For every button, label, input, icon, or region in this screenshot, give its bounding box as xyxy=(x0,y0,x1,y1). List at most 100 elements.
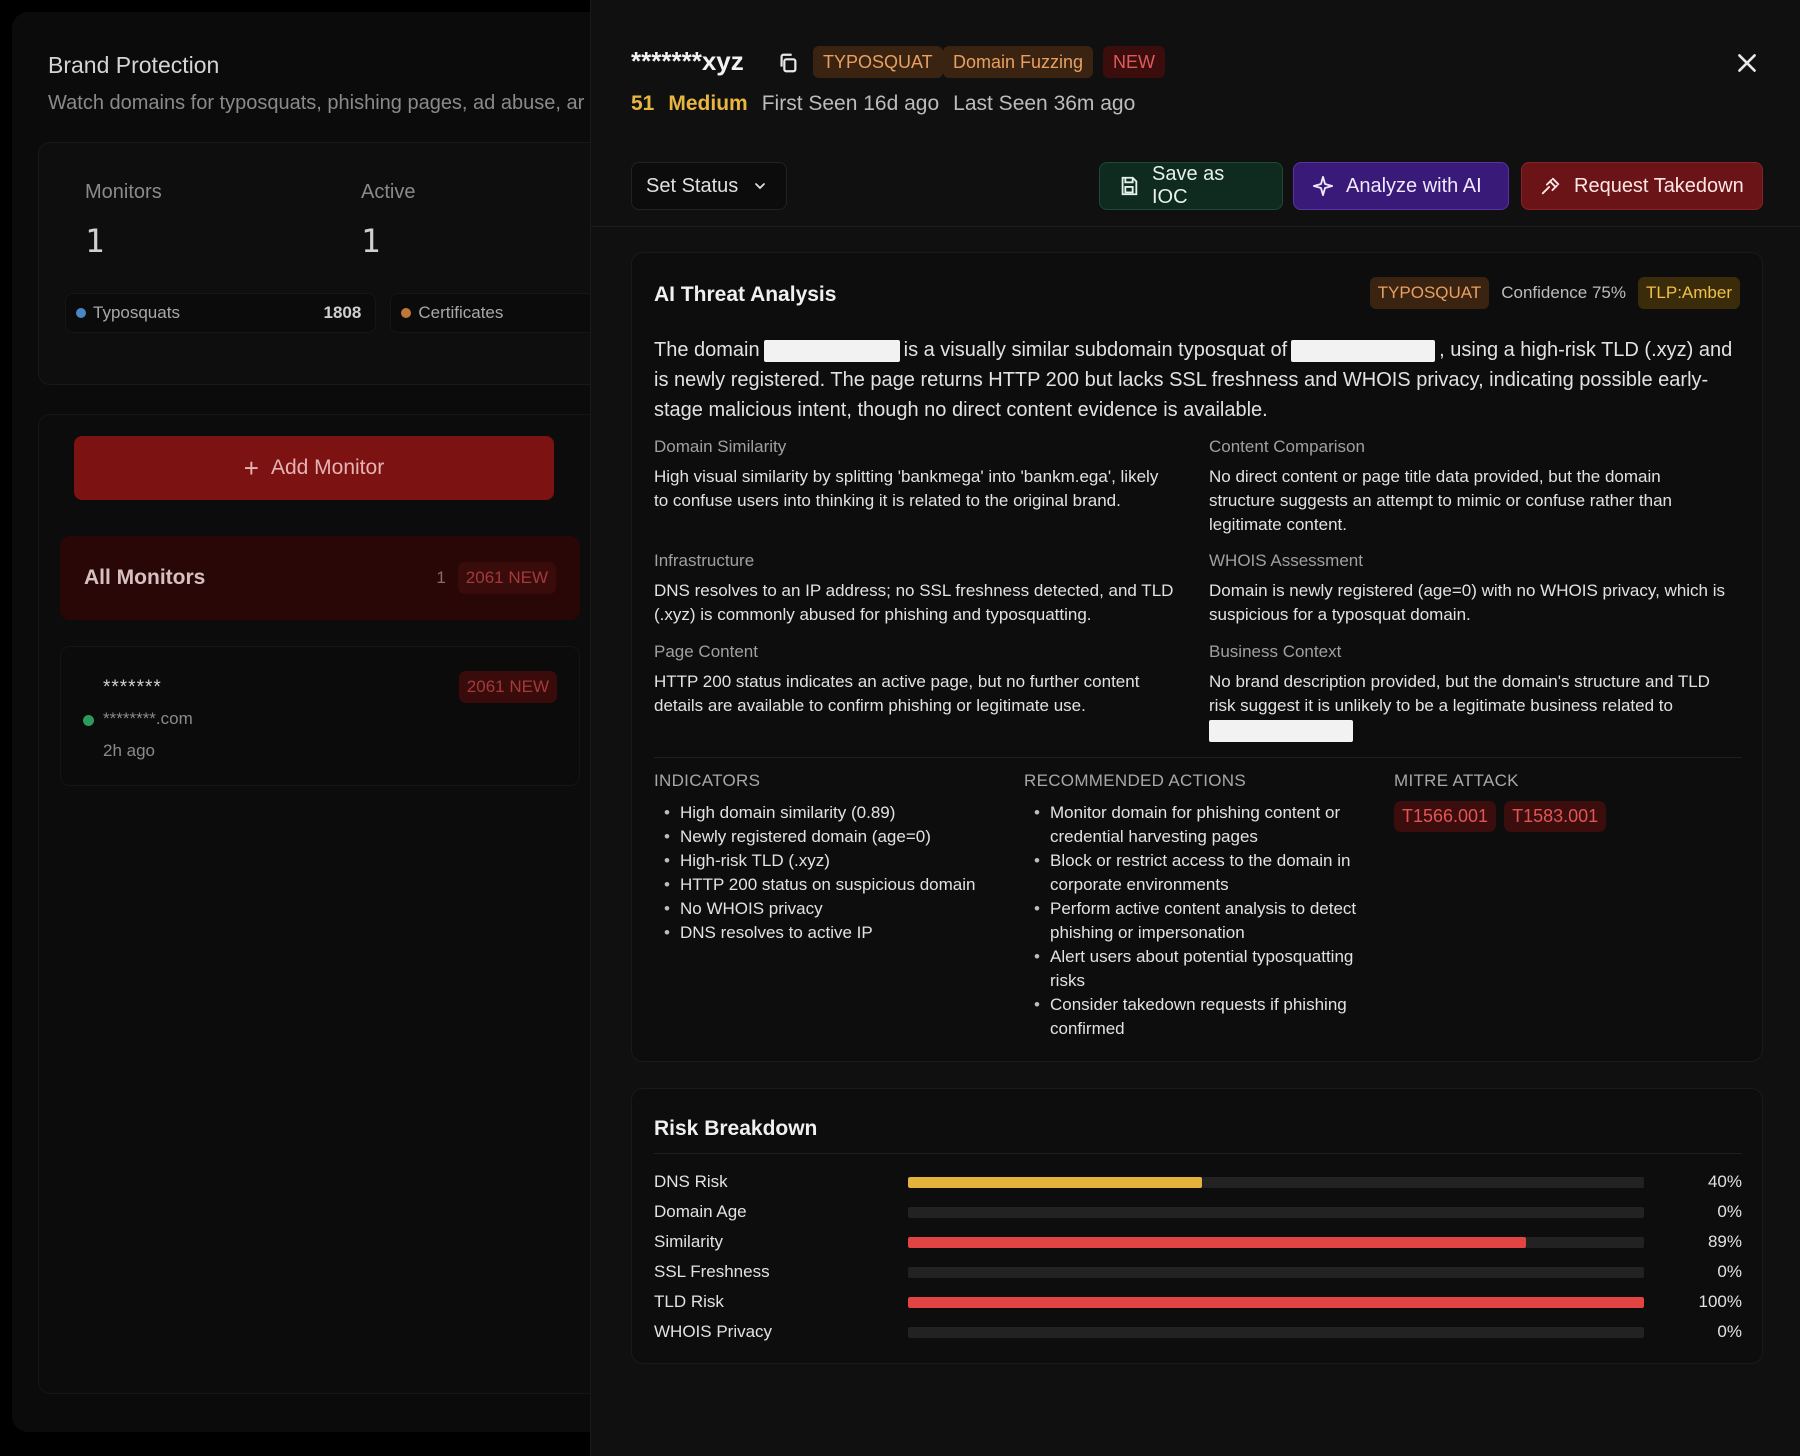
risk-bar-track xyxy=(908,1206,1644,1218)
section-heading: Infrastructure xyxy=(654,551,755,570)
recommended-actions-list: Monitor domain for phishing content or c… xyxy=(1024,801,1374,1041)
risk-row: WHOIS Privacy 0% xyxy=(654,1317,1742,1347)
recommended-actions-section: RECOMMENDED ACTIONS Monitor domain for p… xyxy=(1024,771,1374,1041)
domain-fuzzing-tag: Domain Fuzzing xyxy=(943,46,1094,78)
section-divider xyxy=(654,757,1742,758)
sparkle-icon xyxy=(1312,175,1334,197)
section-body: No brand description provided, but the d… xyxy=(1209,670,1729,742)
recommended-action-item: Block or restrict access to the domain i… xyxy=(1024,849,1374,897)
section-divider xyxy=(654,1153,1742,1154)
risk-row: SSL Freshness 0% xyxy=(654,1257,1742,1287)
content-comparison-section: Content Comparison No direct content or … xyxy=(1209,437,1729,537)
ai-threat-analysis-card: AI Threat Analysis TYPOSQUAT Confidence … xyxy=(631,252,1763,1062)
severity-label: Medium xyxy=(668,92,748,115)
plus-icon: + xyxy=(243,452,259,483)
new-count-badge: 2061 NEW xyxy=(457,562,556,594)
monitor-domain: ********.com xyxy=(103,709,193,728)
stats-card: Monitors 1 Active 1 Typosquats 1808 Cert… xyxy=(38,142,645,385)
risk-percent: 0% xyxy=(1717,1322,1742,1341)
section-body: HTTP 200 status indicates an active page… xyxy=(654,672,1140,715)
mitre-attack-section: MITRE ATTACK T1566.001 T1583.001 xyxy=(1394,771,1734,832)
analyze-with-ai-button[interactable]: Analyze with AI xyxy=(1293,162,1509,210)
risk-percent: 40% xyxy=(1707,1172,1742,1191)
risk-label: DNS Risk xyxy=(654,1172,728,1191)
stat-label: Monitors xyxy=(85,181,162,203)
mitre-technique-tag[interactable]: T1566.001 xyxy=(1394,801,1497,832)
risk-percent: 89% xyxy=(1707,1232,1742,1251)
stat-value: 1 xyxy=(361,222,381,260)
risk-percent: 0% xyxy=(1717,1262,1742,1281)
redacted-brand xyxy=(1291,339,1436,362)
risk-row: Domain Age 0% xyxy=(654,1197,1742,1227)
indicator-item: Newly registered domain (age=0) xyxy=(654,825,1004,849)
mitre-technique-tags: T1566.001 T1583.001 xyxy=(1394,801,1734,832)
risk-label: Similarity xyxy=(654,1232,723,1251)
save-as-ioc-button[interactable]: Save as IOC xyxy=(1099,162,1283,210)
risk-bar-track xyxy=(908,1236,1644,1248)
recommended-action-item: Consider takedown requests if phishing c… xyxy=(1024,993,1374,1041)
analyze-with-ai-label: Analyze with AI xyxy=(1346,174,1482,197)
section-heading: Content Comparison xyxy=(1209,437,1365,456)
section-heading: Page Content xyxy=(654,642,758,661)
detail-meta: 51 Medium First Seen 16d ago Last Seen 3… xyxy=(631,92,1135,116)
set-status-dropdown[interactable]: Set Status xyxy=(631,162,787,210)
recommended-action-item: Perform active content analysis to detec… xyxy=(1024,897,1374,945)
last-seen: Last Seen 36m ago xyxy=(953,92,1136,115)
detail-panel: *******xyz TYPOSQUAT Domain Fuzzing NEW … xyxy=(590,0,1800,1456)
request-takedown-button[interactable]: Request Takedown xyxy=(1521,162,1763,210)
risk-bar-track xyxy=(908,1176,1644,1188)
stat-active: Active 1 xyxy=(361,181,415,260)
monitor-list-item[interactable]: ******* ********.com 2h ago 2061 NEW xyxy=(60,646,580,786)
page-content-section: Page Content HTTP 200 status indicates a… xyxy=(654,642,1174,718)
typosquats-label: Typosquats xyxy=(93,303,180,322)
risk-bar-fill xyxy=(908,1176,1203,1188)
domain-similarity-section: Domain Similarity High visual similarity… xyxy=(654,437,1174,513)
typosquat-tag: TYPOSQUAT xyxy=(813,46,943,78)
typosquats-chip[interactable]: Typosquats 1808 xyxy=(65,293,377,333)
risk-rows: DNS Risk 40% Domain Age 0% Similarity 89% SSL … xyxy=(654,1167,1742,1347)
business-context-text: No brand description provided, but the d… xyxy=(1209,672,1710,715)
request-takedown-label: Request Takedown xyxy=(1574,174,1744,197)
indicators-heading: INDICATORS xyxy=(654,771,761,790)
all-monitors-count: 1 xyxy=(436,568,446,587)
risk-bar-fill xyxy=(908,1236,1527,1248)
copy-icon[interactable] xyxy=(777,52,799,74)
indicator-item: HTTP 200 status on suspicious domain xyxy=(654,873,1004,897)
typosquats-dot-icon xyxy=(76,308,86,318)
summary-text: The domain xyxy=(654,339,760,361)
monitor-time: 2h ago xyxy=(103,741,155,760)
certificates-dot-icon xyxy=(401,308,412,318)
section-heading: Business Context xyxy=(1209,642,1342,661)
all-monitors-item[interactable]: All Monitors 1 2061 NEW xyxy=(60,536,580,620)
redacted-domain xyxy=(763,339,900,362)
section-heading: Domain Similarity xyxy=(654,437,787,456)
risk-label: Domain Age xyxy=(654,1202,747,1221)
risk-row: Similarity 89% xyxy=(654,1227,1742,1257)
indicator-item: High domain similarity (0.89) xyxy=(654,801,1004,825)
risk-percent: 100% xyxy=(1698,1292,1742,1311)
ai-card-tags: TYPOSQUAT Confidence 75% TLP:Amber xyxy=(1369,277,1740,309)
save-as-ioc-label: Save as IOC xyxy=(1152,163,1225,208)
ai-typosquat-tag: TYPOSQUAT xyxy=(1369,277,1490,309)
stat-chips: Typosquats 1808 Certificates xyxy=(65,293,645,333)
risk-label: SSL Freshness xyxy=(654,1262,770,1281)
set-status-label: Set Status xyxy=(646,174,739,197)
add-monitor-button[interactable]: + Add Monitor xyxy=(74,436,554,500)
risk-bar-fill xyxy=(908,1296,1644,1308)
stat-label: Active xyxy=(361,181,416,203)
status-dot-icon xyxy=(83,715,94,726)
mitre-attack-heading: MITRE ATTACK xyxy=(1394,771,1519,790)
indicator-item: No WHOIS privacy xyxy=(654,897,1004,921)
mitre-technique-tag[interactable]: T1583.001 xyxy=(1504,801,1607,832)
risk-bar-track xyxy=(908,1296,1644,1308)
close-icon[interactable] xyxy=(1734,50,1760,76)
ai-summary: The domain is a visually similar subdomai… xyxy=(654,335,1750,425)
ai-card-title: AI Threat Analysis xyxy=(654,283,837,306)
whois-assessment-section: WHOIS Assessment Domain is newly registe… xyxy=(1209,551,1729,627)
chevron-down-icon xyxy=(755,183,766,190)
recommended-actions-heading: RECOMMENDED ACTIONS xyxy=(1024,771,1246,790)
indicators-section: INDICATORS High domain similarity (0.89)… xyxy=(654,771,1004,945)
save-icon xyxy=(1121,176,1138,196)
new-count-badge: 2061 NEW xyxy=(458,671,557,703)
indicator-item: DNS resolves to active IP xyxy=(654,921,1004,945)
